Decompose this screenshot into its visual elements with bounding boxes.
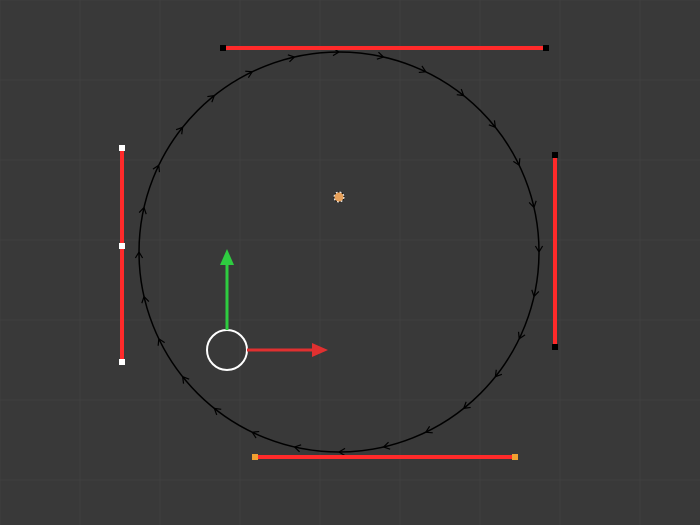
- control-vertex[interactable]: [552, 344, 558, 350]
- edge-left-upper[interactable]: [119, 145, 125, 249]
- edge-top[interactable]: [220, 45, 549, 51]
- control-vertex[interactable]: [552, 152, 558, 158]
- edge-left-lower[interactable]: [119, 243, 125, 365]
- control-vertex[interactable]: [119, 145, 125, 151]
- transform-gizmo[interactable]: [207, 249, 328, 370]
- control-vertex[interactable]: [119, 359, 125, 365]
- control-vertex[interactable]: [220, 45, 226, 51]
- gizmo-ring[interactable]: [207, 330, 247, 370]
- viewport-canvas: [0, 0, 700, 525]
- edge-bottom[interactable]: [252, 454, 518, 460]
- gizmo-arrow-y[interactable]: [220, 249, 234, 265]
- control-vertex[interactable]: [543, 45, 549, 51]
- cursor-3d: [334, 192, 344, 202]
- control-vertex[interactable]: [512, 454, 518, 460]
- bezier-circle-curve[interactable]: [135, 48, 542, 455]
- grid: [0, 0, 700, 525]
- control-vertex[interactable]: [119, 243, 125, 249]
- control-vertex[interactable]: [252, 454, 258, 460]
- viewport-3d[interactable]: [0, 0, 700, 525]
